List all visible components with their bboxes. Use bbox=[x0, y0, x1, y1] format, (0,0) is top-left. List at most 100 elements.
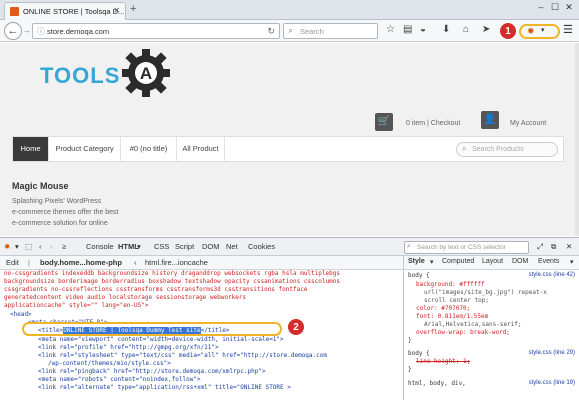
html-line[interactable]: applicationcache" style="" lang="en-US"> bbox=[4, 302, 149, 310]
my-account-link[interactable]: My Account bbox=[510, 120, 546, 127]
download-icon[interactable]: ⬇ bbox=[442, 24, 450, 35]
css-rule-selector[interactable]: body { bbox=[408, 350, 430, 358]
url-bar[interactable]: ⓘ store.demoqa.com ↻ bbox=[32, 23, 280, 39]
css-declaration[interactable]: color: #707070; bbox=[416, 305, 470, 313]
css-declaration[interactable]: Arial,Helvetica,sans-serif; bbox=[424, 321, 522, 329]
firebug-close-icon[interactable]: ✕ bbox=[566, 242, 572, 251]
forward-icon[interactable]: › bbox=[50, 242, 53, 251]
side-panel-menu-icon[interactable]: ▾ bbox=[570, 258, 574, 266]
tab-dom[interactable]: DOM bbox=[202, 242, 220, 251]
cart-icon[interactable]: 🛒 bbox=[375, 113, 393, 131]
css-declaration[interactable]: font: 0.811em/1.55em bbox=[416, 313, 488, 321]
tab-side-dom[interactable]: DOM bbox=[512, 258, 528, 265]
info-icon[interactable]: ⓘ bbox=[37, 26, 45, 37]
firebug-search-input[interactable]: ⌕ Search by text or CSS selector bbox=[404, 241, 529, 254]
tab-style-arrow-icon[interactable]: ▾ bbox=[430, 258, 434, 266]
css-source-link[interactable]: style.css (line 19) bbox=[529, 380, 575, 386]
pocket-icon[interactable]: ◒ bbox=[420, 24, 426, 35]
minimize-button[interactable]: – bbox=[535, 2, 547, 12]
hamburger-menu-icon[interactable]: ☰ bbox=[563, 23, 573, 36]
new-tab-button[interactable]: + bbox=[130, 3, 136, 15]
firebug-button-highlight bbox=[519, 24, 560, 39]
menu-item-home[interactable]: Home bbox=[13, 137, 49, 161]
css-declaration[interactable]: background: #ffffff bbox=[416, 281, 485, 289]
cart-checkout-link[interactable]: 0 item | Checkout bbox=[406, 120, 460, 127]
menu-item-no-title[interactable]: #0 (no title) bbox=[121, 137, 177, 161]
css-overridden-declaration[interactable]: line-height: 1; bbox=[416, 358, 470, 366]
crumb-html[interactable]: html.fire...ioncache bbox=[145, 258, 208, 267]
html-line[interactable]: <meta name="robots" content="noindex,fol… bbox=[38, 376, 201, 384]
inspect-icon[interactable]: ⬚ bbox=[25, 242, 32, 251]
title-bar: ONLINE STORE | Toolsqa D... ✕ + – ☐ ✕ bbox=[0, 0, 579, 20]
tab-net[interactable]: Net bbox=[226, 242, 238, 251]
site-logo-gear-icon[interactable]: A bbox=[120, 47, 172, 99]
tab-css[interactable]: CSS bbox=[154, 242, 169, 251]
crumb-arrow-icon: ‹ bbox=[134, 258, 137, 267]
command-line-icon[interactable]: ≥ bbox=[62, 242, 66, 251]
html-line[interactable]: backgroundsize borderimage borderradius … bbox=[4, 278, 340, 286]
tab-layout[interactable]: Layout bbox=[482, 258, 503, 265]
css-declaration[interactable]: url("images/site_bg.jpg") repeat-x bbox=[424, 289, 547, 297]
site-menu: Home Product Category #0 (no title) All … bbox=[12, 136, 564, 162]
crumb-body[interactable]: body.home...home-php bbox=[40, 258, 122, 267]
html-line[interactable]: <meta name="viewport" content="width=dev… bbox=[38, 336, 284, 344]
menu-item-product-category[interactable]: Product Category bbox=[49, 137, 121, 161]
css-rule-close: } bbox=[408, 337, 412, 344]
html-line[interactable]: <link rel="stylesheet" type="text/css" m… bbox=[38, 352, 327, 360]
step-badge-1: 1 bbox=[499, 22, 517, 40]
reading-list-icon[interactable]: ▤ bbox=[403, 24, 412, 35]
detach-icon[interactable]: ⧉ bbox=[551, 242, 556, 252]
firebug-search-placeholder: Search by text or CSS selector bbox=[417, 244, 506, 251]
site-logo-text[interactable]: TOOLS bbox=[40, 63, 120, 89]
html-line[interactable]: /wp-content/themes/mio/style.css"> bbox=[48, 360, 171, 368]
tab-script[interactable]: Script bbox=[175, 242, 194, 251]
html-line[interactable]: no-cssgradients indexeddb backgroundsize… bbox=[4, 270, 340, 278]
close-window-button[interactable]: ✕ bbox=[563, 2, 575, 12]
expand-icon[interactable]: ⤢ bbox=[537, 242, 543, 252]
menu-item-all-product[interactable]: All Product bbox=[177, 137, 225, 161]
browser-search-input[interactable]: ⌕ Search bbox=[283, 23, 378, 39]
html-line[interactable]: <link rel="alternate" type="application/… bbox=[38, 384, 291, 392]
firebug-bug-icon[interactable]: ✹ bbox=[527, 26, 535, 37]
account-icon[interactable]: 👤 bbox=[481, 111, 499, 129]
back-icon[interactable]: ‹ bbox=[39, 242, 42, 251]
firebug-menu-arrow-icon[interactable]: ▾ bbox=[15, 242, 19, 251]
edit-button[interactable]: Edit bbox=[6, 258, 19, 267]
tab-html-arrow-icon[interactable]: ▾ bbox=[137, 242, 141, 251]
tab-close-icon[interactable]: ✕ bbox=[113, 6, 120, 15]
tab-console[interactable]: Console bbox=[86, 242, 114, 251]
html-line-head[interactable]: <head> bbox=[10, 311, 32, 319]
reload-icon[interactable]: ↻ bbox=[267, 26, 275, 37]
logo-letter: A bbox=[140, 64, 152, 83]
html-line[interactable]: <link rel="profile" href="http://gmpg.or… bbox=[38, 344, 219, 352]
home-icon[interactable]: ⌂ bbox=[463, 24, 469, 35]
tab-events[interactable]: Events bbox=[538, 258, 559, 265]
crumb-separator-icon: | bbox=[28, 258, 30, 267]
html-line[interactable]: <link rel="pingback" href="http://store.… bbox=[38, 368, 266, 376]
firebug-menu-icon[interactable]: ✹ bbox=[4, 242, 10, 251]
page-scrollbar[interactable] bbox=[575, 43, 579, 236]
tab-html[interactable]: HTML bbox=[118, 242, 139, 251]
css-rule-selector[interactable]: html, body, div, bbox=[408, 380, 466, 388]
tab-computed[interactable]: Computed bbox=[442, 258, 474, 265]
share-icon[interactable]: ➤ bbox=[482, 24, 490, 35]
forward-button[interactable]: → bbox=[22, 25, 31, 35]
product-title[interactable]: Magic Mouse bbox=[12, 181, 69, 191]
title-highlight bbox=[22, 322, 282, 336]
tab-cookies[interactable]: Cookies bbox=[248, 242, 275, 251]
maximize-button[interactable]: ☐ bbox=[549, 2, 561, 12]
css-rule-selector[interactable]: body { bbox=[408, 272, 430, 280]
bookmark-star-icon[interactable]: ☆ bbox=[386, 24, 395, 35]
firebug-dropdown-arrow-icon[interactable]: ▾ bbox=[541, 26, 545, 34]
css-source-link[interactable]: style.css (line 42) bbox=[529, 272, 575, 278]
html-line[interactable]: cssgradients no-cssreflections csstransf… bbox=[4, 286, 307, 294]
css-declaration[interactable]: overflow-wrap: break-word; bbox=[416, 329, 510, 337]
html-line[interactable]: generatedcontent video audio localstorag… bbox=[4, 294, 246, 302]
navigation-bar: ← → ⓘ store.demoqa.com ↻ ⌕ Search ☆ ▤ ◒ … bbox=[0, 20, 579, 42]
back-button[interactable]: ← bbox=[4, 22, 22, 40]
tab-online-store[interactable]: ONLINE STORE | Toolsqa D... ✕ bbox=[4, 2, 126, 20]
css-declaration[interactable]: scroll center top; bbox=[424, 297, 489, 305]
css-source-link[interactable]: style.css (line 29) bbox=[529, 350, 575, 356]
product-search-input[interactable]: ⌕ Search Products bbox=[456, 142, 558, 157]
tab-style[interactable]: Style bbox=[408, 258, 425, 265]
